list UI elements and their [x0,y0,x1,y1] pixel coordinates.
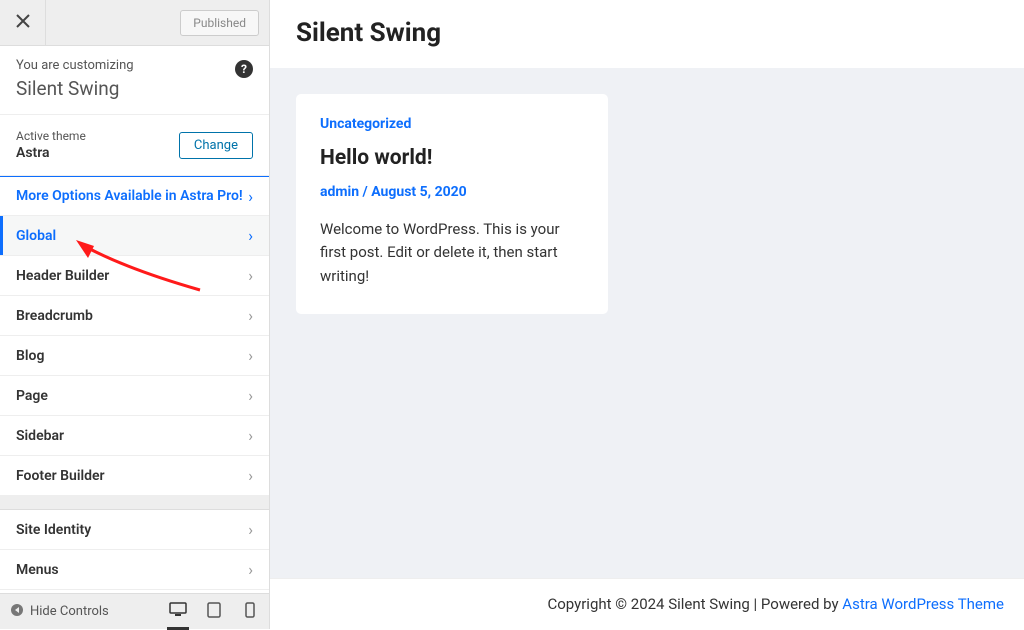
device-bar: Hide Controls [0,593,269,629]
chevron-right-icon: › [248,386,253,405]
post-title-link[interactable]: Hello world! [320,146,584,170]
chevron-right-icon: › [248,266,253,285]
menu-item-label: Site Identity [16,522,91,538]
active-theme-text: Active theme Astra [16,129,86,161]
mobile-icon [245,602,255,622]
menu-item-label: Blog [16,348,44,364]
preview-header: Silent Swing [270,0,1024,68]
customizer-menu: More Options Available in Astra Pro! › G… [0,176,269,593]
close-icon [16,12,30,33]
post-meta[interactable]: admin / August 5, 2020 [320,184,584,200]
context-site-name: Silent Swing [16,77,253,100]
chevron-right-icon: › [248,187,253,206]
chevron-right-icon: › [248,426,253,445]
device-desktop-button[interactable] [169,603,187,621]
chevron-right-icon: › [248,520,253,539]
close-button[interactable] [0,0,46,46]
menu-item-footer-builder[interactable]: Footer Builder › [0,456,269,496]
menu-item-sidebar[interactable]: Sidebar › [0,416,269,456]
context-label: You are customizing [16,58,253,73]
desktop-icon [169,602,187,622]
menu-item-label: Breadcrumb [16,308,93,324]
help-icon[interactable]: ? [235,60,253,78]
post-excerpt: Welcome to WordPress. This is your first… [320,218,584,288]
active-theme-label: Active theme [16,129,86,143]
change-theme-button[interactable]: Change [179,132,253,159]
menu-item-global[interactable]: Global › [0,216,269,256]
chevron-right-icon: › [248,560,253,579]
menu-item-label: Global [16,228,56,244]
device-mobile-button[interactable] [241,603,259,621]
customizer-sidebar: Published ? You are customizing Silent S… [0,0,270,629]
publish-button[interactable]: Published [180,10,259,36]
chevron-right-icon: › [248,466,253,485]
preview-body: Uncategorized Hello world! admin / Augus… [270,68,1024,578]
menu-item-label: Header Builder [16,268,109,284]
tablet-icon [207,602,221,622]
customizer-topbar: Published [0,0,269,46]
device-tablet-button[interactable] [205,603,223,621]
menu-item-header-builder[interactable]: Header Builder › [0,256,269,296]
post-card: Uncategorized Hello world! admin / Augus… [296,94,608,314]
footer-theme-link[interactable]: Astra WordPress Theme [842,595,1004,613]
menu-separator [0,496,269,510]
chevron-right-icon: › [248,346,253,365]
menu-item-menus[interactable]: Menus › [0,550,269,590]
preview-pane: Silent Swing Uncategorized Hello world! … [270,0,1024,629]
menu-item-label: More Options Available in Astra Pro! [16,188,243,204]
menu-item-blog[interactable]: Blog › [0,336,269,376]
menu-item-site-identity[interactable]: Site Identity › [0,510,269,550]
customizer-context: ? You are customizing Silent Swing [0,46,269,115]
active-theme-block: Active theme Astra Change [0,115,269,176]
chevron-right-icon: › [248,306,253,325]
menu-item-page[interactable]: Page › [0,376,269,416]
hide-controls-button[interactable]: Hide Controls [10,603,109,621]
menu-item-label: Menus [16,562,59,578]
menu-item-label: Footer Builder [16,468,105,484]
active-theme-name: Astra [16,145,86,161]
post-category-link[interactable]: Uncategorized [320,116,584,132]
menu-item-label: Page [16,388,48,404]
hide-controls-label: Hide Controls [30,604,109,619]
preview-site-title[interactable]: Silent Swing [296,18,998,48]
menu-item-astra-pro[interactable]: More Options Available in Astra Pro! › [0,176,269,216]
preview-footer: Copyright © 2024 Silent Swing | Powered … [270,578,1024,629]
chevron-right-icon: › [248,226,253,245]
menu-item-breadcrumb[interactable]: Breadcrumb › [0,296,269,336]
collapse-left-icon [10,603,24,621]
menu-item-label: Sidebar [16,428,64,444]
device-icons [169,603,259,621]
footer-text: Copyright © 2024 Silent Swing | Powered … [547,595,842,613]
